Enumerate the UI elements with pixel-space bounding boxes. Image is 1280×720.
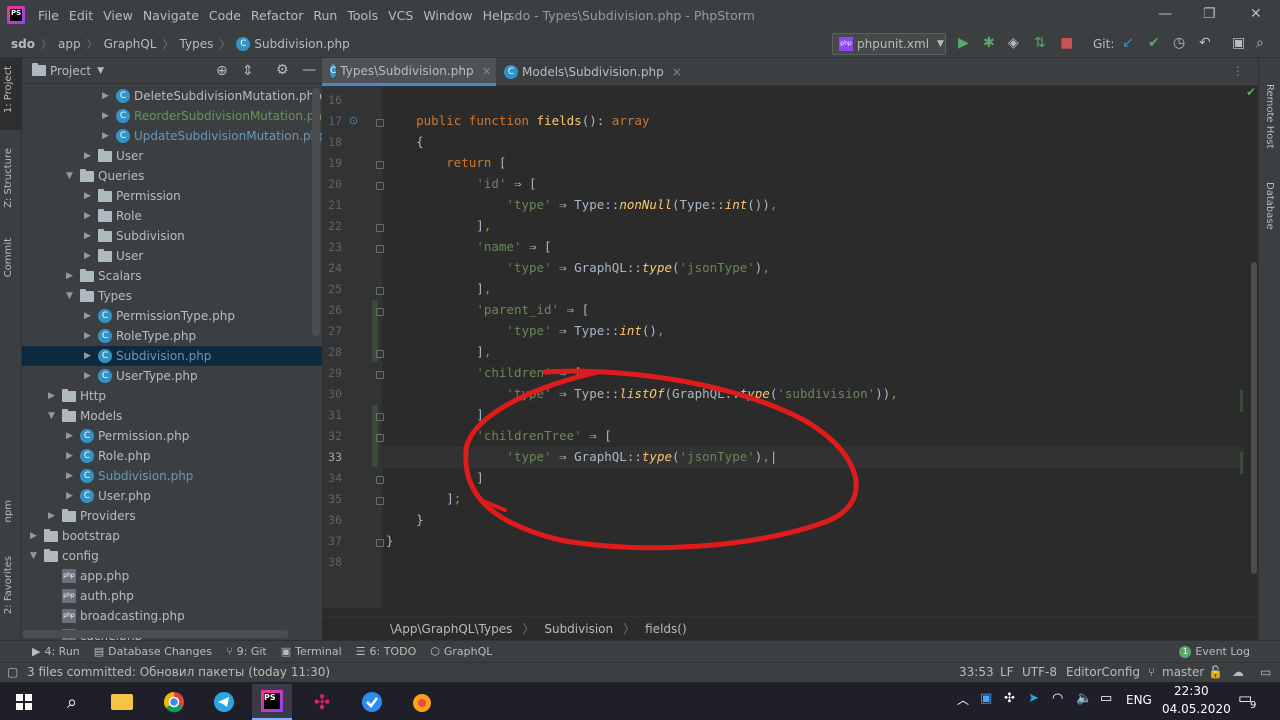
phpstorm-taskbar-icon[interactable]: PS <box>252 684 292 720</box>
event-log-button[interactable]: 1 Event Log <box>1179 645 1250 658</box>
caret-position[interactable]: 33:53 <box>959 665 994 679</box>
file-encoding[interactable]: UTF-8 <box>1022 665 1057 679</box>
terminal-tool-button[interactable]: ▣ Terminal <box>281 645 342 658</box>
wifi-icon[interactable]: ◠ <box>1052 691 1063 706</box>
windows-start-icon[interactable] <box>4 684 44 720</box>
clock-date[interactable]: 04.05.2020 <box>1162 702 1231 716</box>
graphql-tool-button[interactable]: ⬡ GraphQL <box>430 645 492 658</box>
lock-icon[interactable]: 🔓 <box>1208 665 1223 679</box>
editor-breadcrumb: \App\GraphQL\Types 〉 Subdivision 〉 field… <box>322 616 1258 640</box>
chrome-icon[interactable] <box>154 684 194 720</box>
db-changes-tool-button[interactable]: ▤ Database Changes <box>94 645 212 658</box>
music-app-icon[interactable] <box>402 684 442 720</box>
notifications-icon[interactable]: ▭ <box>1260 665 1271 679</box>
run-tool-button[interactable]: ▶ 4: Run <box>32 645 80 658</box>
status-bar: ▢ 3 files committed: Обновил пакеты (tod… <box>0 662 1280 682</box>
red-circle-annotation <box>463 368 859 551</box>
git-tool-button[interactable]: ⑂ 9: Git <box>226 645 267 658</box>
status-toggle-icon[interactable]: ▢ <box>7 665 18 679</box>
editor-config[interactable]: EditorConfig <box>1066 665 1140 679</box>
status-message[interactable]: 3 files committed: Обновил пакеты (today… <box>27 665 330 679</box>
breadcrumb-namespace[interactable]: \App\GraphQL\Types <box>390 622 512 636</box>
slack-icon[interactable]: ✣ <box>302 684 342 720</box>
telegram-icon[interactable] <box>204 684 244 720</box>
line-separator[interactable]: LF <box>1000 665 1014 679</box>
git-branch[interactable]: master <box>1162 665 1204 679</box>
input-language[interactable]: ENG <box>1126 693 1152 707</box>
volume-icon[interactable]: 🔈 <box>1076 691 1092 706</box>
todo-tool-button[interactable]: ☰ 6: TODO <box>356 645 417 658</box>
tray-app-icon[interactable]: ▣ <box>980 691 992 706</box>
branch-icon: ⑂ <box>1148 665 1156 679</box>
todo-app-icon[interactable] <box>352 684 392 720</box>
breadcrumb-class[interactable]: Subdivision <box>544 622 613 636</box>
file-explorer-icon[interactable] <box>102 684 142 720</box>
memory-icon[interactable]: ☁ <box>1232 665 1244 679</box>
clock-time[interactable]: 22:30 <box>1174 684 1209 698</box>
taskbar-search-icon[interactable]: ⌕ <box>52 684 92 720</box>
tray-slack-icon[interactable]: ✣ <box>1004 691 1015 706</box>
tray-telegram-icon[interactable]: ➤ <box>1028 691 1039 706</box>
battery-icon[interactable]: ▭ <box>1100 691 1112 706</box>
tray-expand-icon[interactable]: ︿ <box>957 691 969 708</box>
breadcrumb-method[interactable]: fields() <box>645 622 687 636</box>
bottom-tool-bar: ▶ 4: Run ▤ Database Changes ⑂ 9: Git ▣ Termi… <box>0 640 1280 662</box>
notification-count: 9 <box>1250 700 1257 711</box>
